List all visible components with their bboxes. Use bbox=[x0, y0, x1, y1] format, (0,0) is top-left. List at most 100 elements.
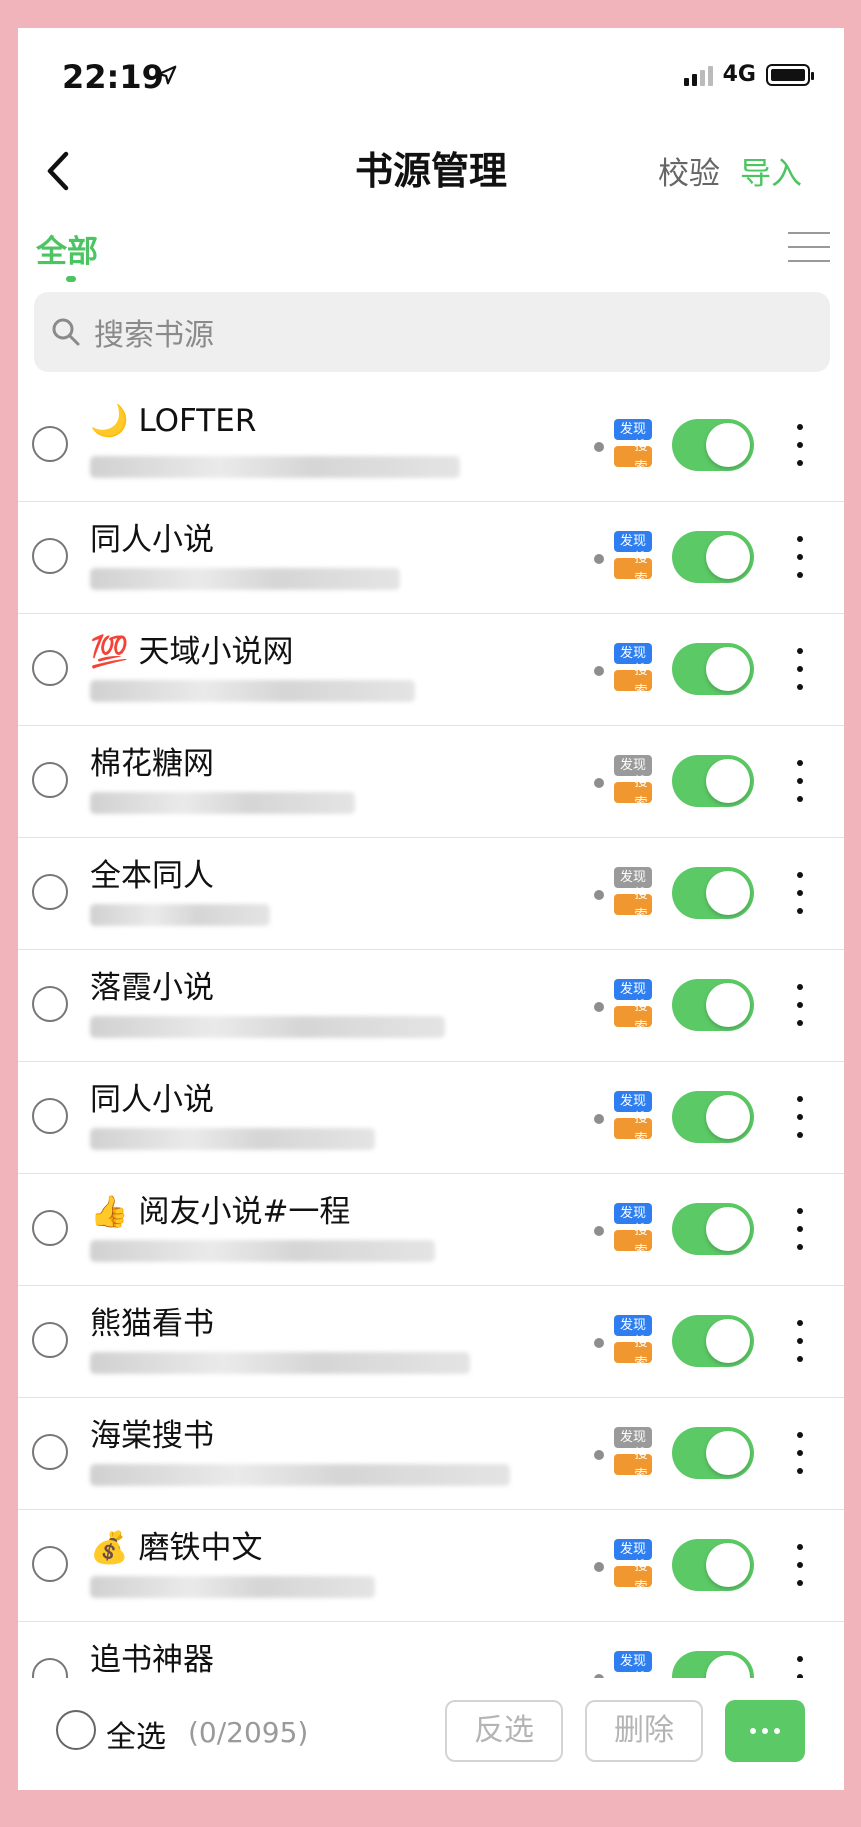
row-more-icon[interactable] bbox=[794, 1096, 806, 1138]
source-name: 落霞小说 bbox=[90, 970, 214, 1006]
row-select-radio[interactable] bbox=[32, 986, 68, 1022]
import-button[interactable]: 导入 bbox=[740, 148, 802, 193]
source-enable-toggle[interactable] bbox=[672, 531, 754, 583]
source-row[interactable]: 熊猫看书 发现 搜索 bbox=[18, 1286, 844, 1398]
row-select-radio[interactable] bbox=[32, 538, 68, 574]
source-row[interactable]: 全本同人 发现 搜索 bbox=[18, 838, 844, 950]
row-more-icon[interactable] bbox=[794, 424, 806, 466]
source-enable-toggle[interactable] bbox=[672, 419, 754, 471]
status-dot bbox=[594, 442, 604, 452]
source-row[interactable]: 海棠搜书 发现 搜索 bbox=[18, 1398, 844, 1510]
source-enable-toggle[interactable] bbox=[672, 1315, 754, 1367]
tab-active-indicator bbox=[66, 276, 76, 282]
toggle-knob bbox=[706, 1431, 750, 1475]
toggle-knob bbox=[706, 1655, 750, 1678]
group-menu-icon[interactable] bbox=[788, 228, 830, 266]
toggle-knob bbox=[706, 871, 750, 915]
status-dot bbox=[594, 1562, 604, 1572]
row-more-icon[interactable] bbox=[794, 648, 806, 690]
row-select-radio[interactable] bbox=[32, 1098, 68, 1134]
toggle-knob bbox=[706, 423, 750, 467]
row-more-icon[interactable] bbox=[794, 872, 806, 914]
invert-selection-button[interactable]: 反选 bbox=[445, 1700, 563, 1762]
verify-button[interactable]: 校验 bbox=[658, 148, 720, 193]
location-arrow-icon bbox=[157, 65, 177, 85]
search-icon bbox=[52, 318, 80, 346]
search-badge: 搜索 bbox=[614, 887, 652, 923]
search-badge: 搜索 bbox=[614, 439, 652, 475]
source-name: 棉花糖网 bbox=[90, 746, 214, 782]
source-row[interactable]: 棉花糖网 发现 搜索 bbox=[18, 726, 844, 838]
delete-button[interactable]: 删除 bbox=[585, 1700, 703, 1762]
source-row[interactable]: 💰 磨铁中文 发现 搜索 bbox=[18, 1510, 844, 1622]
row-more-icon[interactable] bbox=[794, 1656, 806, 1678]
source-name: 同人小说 bbox=[90, 522, 214, 558]
row-more-icon[interactable] bbox=[794, 760, 806, 802]
status-dot bbox=[594, 554, 604, 564]
source-row[interactable]: 落霞小说 发现 搜索 bbox=[18, 950, 844, 1062]
row-select-radio[interactable] bbox=[32, 1210, 68, 1246]
toggle-knob bbox=[706, 1095, 750, 1139]
source-row[interactable]: 同人小说 发现 搜索 bbox=[18, 1062, 844, 1174]
search-placeholder: 搜索书源 bbox=[94, 318, 214, 353]
source-enable-toggle[interactable] bbox=[672, 979, 754, 1031]
search-badge: 搜索 bbox=[614, 1559, 652, 1595]
toggle-knob bbox=[706, 1207, 750, 1251]
tab-all[interactable]: 全部 bbox=[36, 226, 98, 271]
row-select-radio[interactable] bbox=[32, 1658, 68, 1678]
source-enable-toggle[interactable] bbox=[672, 1203, 754, 1255]
battery-icon bbox=[766, 63, 814, 86]
source-enable-toggle[interactable] bbox=[672, 643, 754, 695]
source-enable-toggle[interactable] bbox=[672, 1539, 754, 1591]
source-enable-toggle[interactable] bbox=[672, 755, 754, 807]
row-select-radio[interactable] bbox=[32, 1322, 68, 1358]
row-select-radio[interactable] bbox=[32, 426, 68, 462]
search-badge: 搜索 bbox=[614, 1447, 652, 1483]
row-more-icon[interactable] bbox=[794, 536, 806, 578]
status-dot bbox=[594, 1002, 604, 1012]
source-row[interactable]: 👍 阅友小说#一程 发现 搜索 bbox=[18, 1174, 844, 1286]
source-url-blurred bbox=[90, 568, 400, 590]
source-enable-toggle[interactable] bbox=[672, 1651, 754, 1678]
source-url-blurred bbox=[90, 904, 270, 926]
source-enable-toggle[interactable] bbox=[672, 1427, 754, 1479]
source-list[interactable]: 🌙 LOFTER 发现 搜索 同人小说 发现 搜索 💯 天域小说网 发现 搜索 棉花糖网 发现 搜索全… bbox=[18, 390, 844, 1678]
source-url-blurred bbox=[90, 1240, 435, 1262]
search-badge: 搜索 bbox=[614, 551, 652, 587]
row-more-icon[interactable] bbox=[794, 1320, 806, 1362]
source-name: 同人小说 bbox=[90, 1082, 214, 1118]
row-more-icon[interactable] bbox=[794, 1544, 806, 1586]
select-all-radio[interactable] bbox=[56, 1710, 96, 1750]
more-actions-button[interactable] bbox=[725, 1700, 805, 1762]
source-enable-toggle[interactable] bbox=[672, 867, 754, 919]
status-dot bbox=[594, 890, 604, 900]
phone-screen: 22:19 4G 书源管理 校验 导入 全部 搜索书源 🌙 LOFTER 发现 搜索… bbox=[18, 28, 844, 1790]
source-row[interactable]: 同人小说 发现 搜索 bbox=[18, 502, 844, 614]
row-select-radio[interactable] bbox=[32, 650, 68, 686]
status-dot bbox=[594, 666, 604, 676]
source-name: 熊猫看书 bbox=[90, 1306, 214, 1342]
toggle-knob bbox=[706, 647, 750, 691]
source-name: 💰 磨铁中文 bbox=[90, 1530, 263, 1566]
row-select-radio[interactable] bbox=[32, 762, 68, 798]
row-more-icon[interactable] bbox=[794, 1208, 806, 1250]
row-more-icon[interactable] bbox=[794, 984, 806, 1026]
row-more-icon[interactable] bbox=[794, 1432, 806, 1474]
network-label: 4G bbox=[722, 62, 756, 87]
source-name: 追书神器 bbox=[90, 1642, 214, 1678]
source-row[interactable]: 追书神器发现搜索 bbox=[18, 1622, 844, 1678]
source-row[interactable]: 🌙 LOFTER 发现 搜索 bbox=[18, 390, 844, 502]
select-all-label[interactable]: 全选 bbox=[106, 1712, 166, 1756]
row-select-radio[interactable] bbox=[32, 874, 68, 910]
source-row[interactable]: 💯 天域小说网 发现 搜索 bbox=[18, 614, 844, 726]
source-url-blurred bbox=[90, 1464, 510, 1486]
signal-icon bbox=[683, 64, 713, 86]
bottom-action-bar: 全选 (0/2095) 反选 删除 bbox=[18, 1678, 844, 1790]
source-url-blurred bbox=[90, 1576, 375, 1598]
more-dot-icon bbox=[774, 1728, 780, 1734]
row-select-radio[interactable] bbox=[32, 1434, 68, 1470]
search-input[interactable]: 搜索书源 bbox=[34, 292, 830, 372]
row-select-radio[interactable] bbox=[32, 1546, 68, 1582]
source-enable-toggle[interactable] bbox=[672, 1091, 754, 1143]
status-dot bbox=[594, 1450, 604, 1460]
